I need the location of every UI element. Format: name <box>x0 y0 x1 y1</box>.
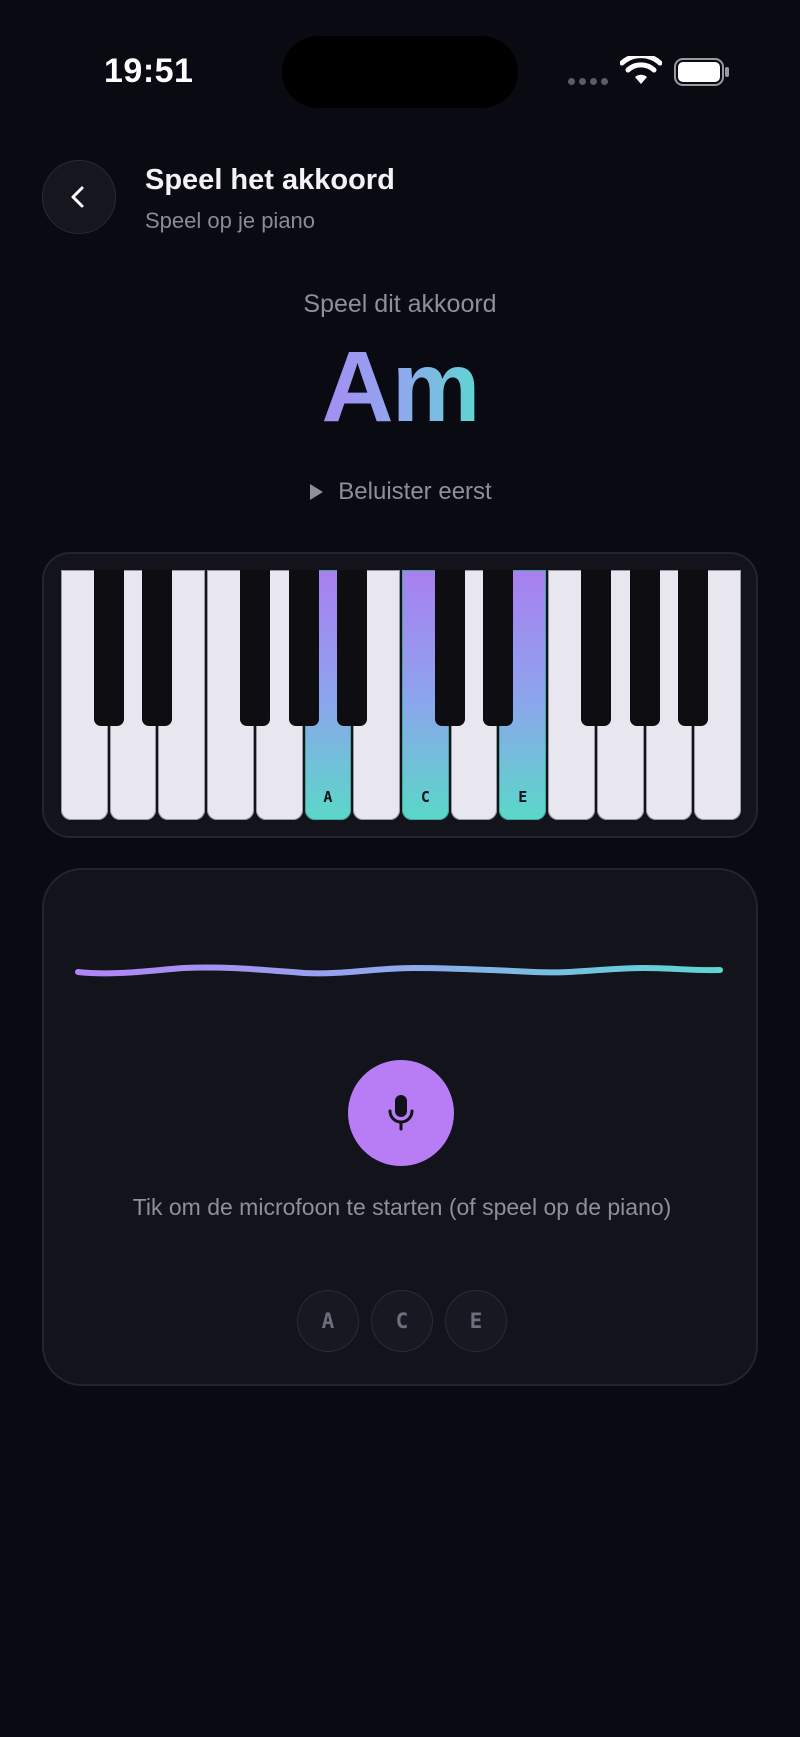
piano-black-key[interactable] <box>93 570 124 726</box>
cellular-signal-icon <box>568 78 608 85</box>
chord-name: Am <box>0 332 800 442</box>
back-button[interactable] <box>42 160 116 234</box>
listening-card: Tik om de microfoon te starten (of speel… <box>42 868 758 1386</box>
microphone-icon <box>388 1095 414 1131</box>
target-notes: A C E <box>44 1290 760 1352</box>
page-subtitle: Speel op je piano <box>145 208 316 233</box>
microphone-hint: Tik om de microfoon te starten (of speel… <box>132 1194 672 1220</box>
chord-prompt-label: Speel dit akkoord <box>303 290 497 318</box>
piano-key-label: A <box>323 788 333 806</box>
note-chip: C <box>371 1290 433 1352</box>
piano-black-key[interactable] <box>483 570 514 726</box>
piano-black-key[interactable] <box>239 570 270 726</box>
piano-black-key[interactable] <box>288 570 319 726</box>
piano-black-key[interactable] <box>580 570 611 726</box>
audio-waveform <box>75 964 723 977</box>
piano-black-key[interactable] <box>434 570 465 726</box>
listen-first-label: Beluister eerst <box>338 478 492 505</box>
microphone-button[interactable] <box>348 1060 454 1166</box>
listen-first-button[interactable]: Beluister eerst <box>290 474 510 510</box>
piano-black-key[interactable] <box>629 570 660 726</box>
dynamic-island <box>282 36 518 108</box>
play-icon <box>310 484 324 500</box>
note-chip: A <box>297 1290 359 1352</box>
status-time: 19:51 <box>104 52 194 90</box>
page-title: Speel het akkoord <box>145 164 395 196</box>
note-chip: E <box>445 1290 507 1352</box>
piano-key-label: E <box>518 788 528 806</box>
piano-key-label: C <box>420 788 430 806</box>
piano-black-key[interactable] <box>678 570 709 726</box>
piano-black-key[interactable] <box>337 570 368 726</box>
chord-name-text: Am <box>321 331 480 443</box>
battery-icon <box>674 58 729 86</box>
piano-black-key[interactable] <box>142 570 173 726</box>
piano-card: ACE <box>42 552 758 838</box>
wifi-icon <box>620 56 662 84</box>
piano-keyboard[interactable]: ACE <box>60 570 742 822</box>
chevron-left-icon <box>71 186 84 208</box>
